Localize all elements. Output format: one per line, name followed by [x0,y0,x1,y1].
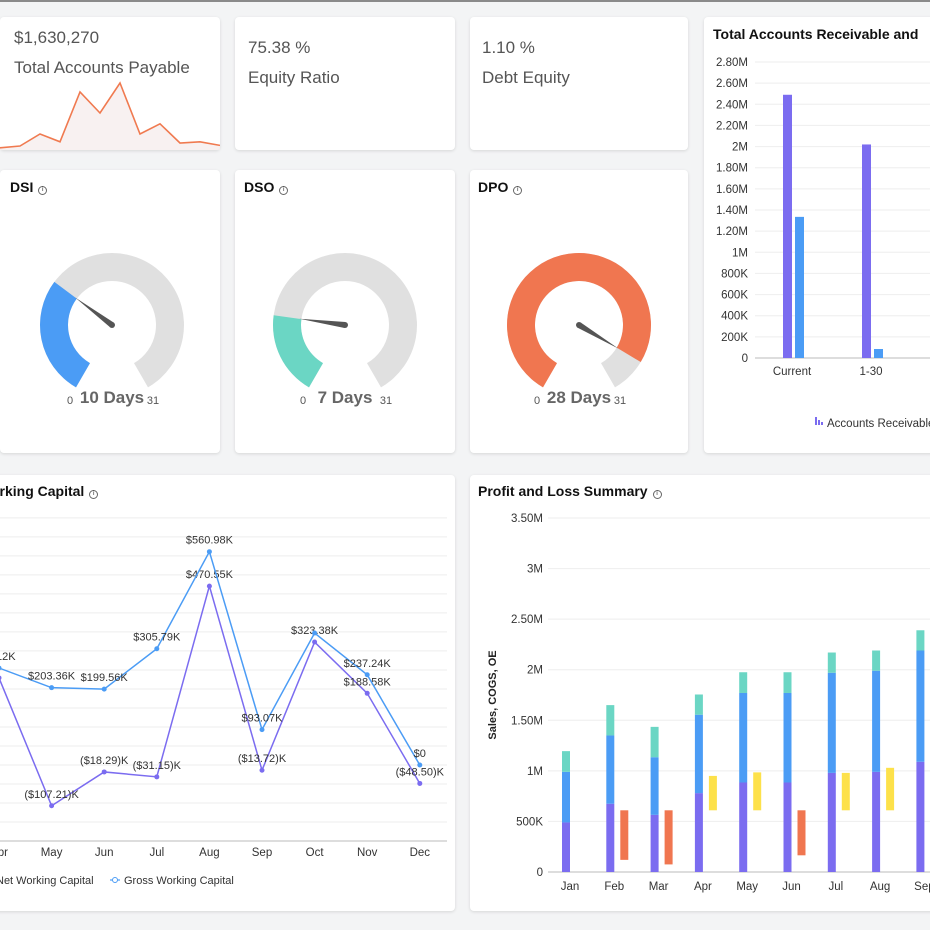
working-capital-card[interactable]: Working Capital i [0,475,455,911]
kpi-card-equity-ratio[interactable]: 75.38 % Equity Ratio [235,17,455,150]
wc-chart-title: Working Capital i [0,483,99,499]
kpi-value: 1.10 % [482,38,535,57]
kpi-label: Debt Equity [482,68,570,87]
gauge-card-dpo[interactable]: DPO i [470,170,688,453]
gauge-title-text: DPO [478,179,509,195]
kpi-card-debt-equity[interactable]: 1.10 % Debt Equity [470,17,688,150]
kpi-value: 75.38 % [248,38,311,57]
kpi-card-total-accounts-payable[interactable]: $1,630,270 Total Accounts Payable [0,17,220,150]
ar-chart-title: Total Accounts Receivable and [713,26,919,42]
pl-chart-title-text: Profit and Loss Summary [478,483,648,499]
gauge-title: DPO i [478,179,523,195]
gauge-title: DSI i [10,179,48,195]
gauge-card-dso[interactable]: DSO i [235,170,455,453]
gauge-card-dsi[interactable]: DSI i [0,170,220,453]
pl-chart-title: Profit and Loss Summary i [478,483,662,499]
wc-chart-title-text: Working Capital [0,483,85,499]
gauge-title: DSO i [244,179,289,195]
gauge-title-text: DSO [244,179,275,195]
info-icon[interactable]: i [38,186,48,195]
info-icon[interactable]: i [89,490,99,499]
info-icon[interactable]: i [513,186,523,195]
info-icon[interactable]: i [279,186,289,195]
accounts-receivable-card[interactable]: Total Accounts Receivable and [704,17,930,453]
kpi-label: Equity Ratio [248,68,340,87]
info-icon[interactable]: i [652,490,662,499]
kpi-value: $1,630,270 [14,28,100,47]
kpi-label: Total Accounts Payable [14,58,190,77]
gauge-title-text: DSI [10,179,34,195]
profit-loss-card[interactable]: Profit and Loss Summary i [470,475,930,911]
window-top-border [0,0,930,2]
